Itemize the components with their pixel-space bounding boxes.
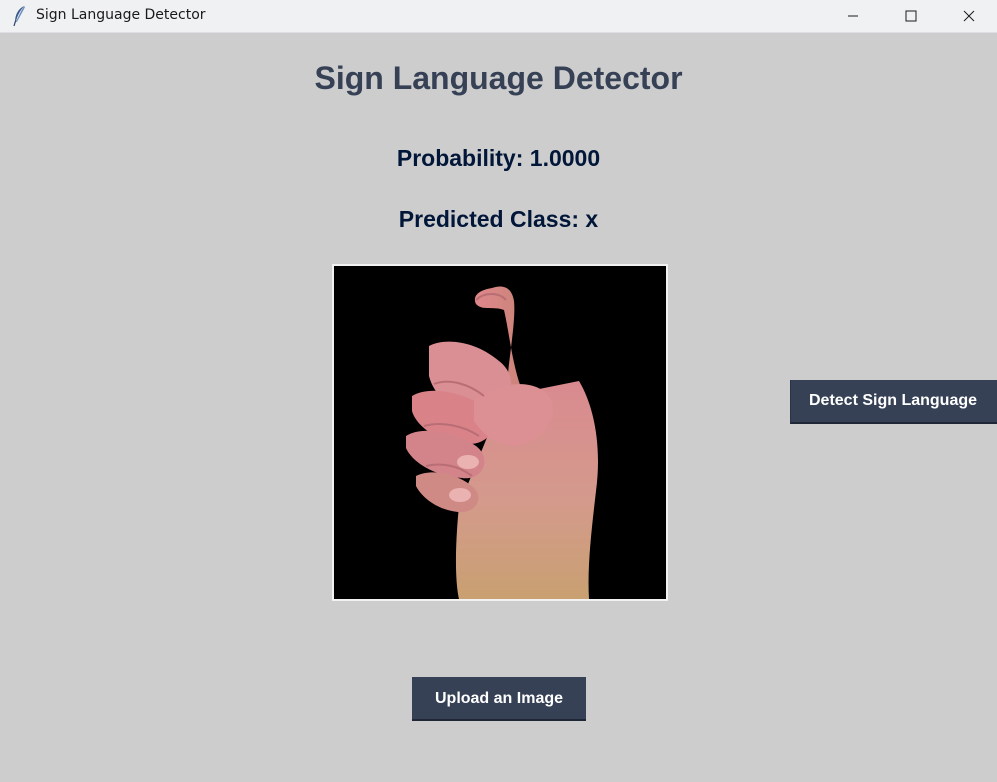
window-title: Sign Language Detector xyxy=(36,7,206,23)
probability-label: Probability: 1.0000 xyxy=(396,145,601,171)
page-title: Sign Language Detector xyxy=(314,60,683,96)
maximize-icon xyxy=(905,10,917,22)
title-bar[interactable]: Sign Language Detector xyxy=(0,0,997,33)
minimize-button[interactable] xyxy=(824,0,882,32)
feather-icon xyxy=(10,5,30,27)
uploaded-image xyxy=(332,264,668,601)
close-icon xyxy=(963,10,975,22)
upload-image-button[interactable]: Upload an Image xyxy=(412,677,586,721)
app-window: Sign Language Detector Sign Language Det… xyxy=(0,0,997,782)
close-button[interactable] xyxy=(940,0,997,32)
minimize-icon xyxy=(847,10,859,22)
maximize-button[interactable] xyxy=(882,0,940,32)
hand-sign-image xyxy=(334,266,666,599)
detect-sign-language-button[interactable]: Detect Sign Language xyxy=(790,380,997,424)
predicted-class-label: Predicted Class: x xyxy=(398,206,599,232)
